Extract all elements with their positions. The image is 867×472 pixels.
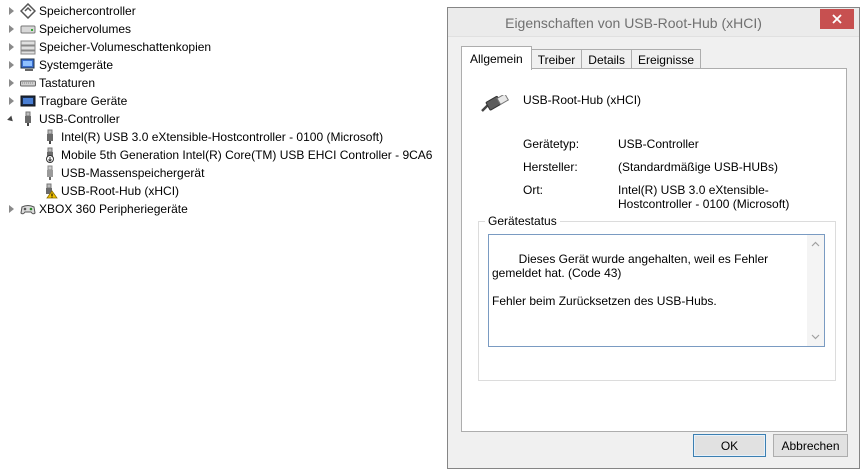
location-label: Ort:: [523, 183, 543, 197]
device-status-text: Dieses Gerät wurde angehalten, weil es F…: [492, 252, 769, 308]
tree-item-label: Speichercontroller: [39, 4, 136, 18]
manufacturer-value: (Standardmäßige USB-HUBs): [618, 160, 779, 174]
system-devices-icon: [20, 57, 36, 73]
title-bar[interactable]: Eigenschaften von USB-Root-Hub (xHCI): [448, 8, 859, 37]
tree-item-schattenkopien[interactable]: Speicher-Volumeschattenkopien: [0, 38, 440, 56]
expand-arrow-icon[interactable]: [6, 6, 16, 16]
device-status-title: Gerätestatus: [485, 214, 560, 228]
general-tab-panel: USB-Root-Hub (xHCI) Gerätetyp: USB-Contr…: [461, 68, 847, 432]
usb-download-icon: [42, 147, 58, 163]
tree-item-speichercontroller[interactable]: Speichercontroller: [0, 2, 440, 20]
tab-allgemein[interactable]: Allgemein: [461, 46, 532, 70]
expand-arrow-icon[interactable]: [6, 96, 16, 106]
usb-plug-icon: [479, 93, 511, 118]
tree-item-tragbare-geraete[interactable]: Tragbare Geräte: [0, 92, 440, 110]
device-type-label: Gerätetyp:: [523, 137, 580, 151]
tab-details[interactable]: Details: [581, 49, 632, 69]
device-status-textbox[interactable]: Dieses Gerät wurde angehalten, weil es F…: [488, 234, 825, 347]
manufacturer-label: Hersteller:: [523, 160, 578, 174]
device-tree: Speichercontroller Speichervolumes Speic…: [0, 2, 440, 218]
tab-strip: Allgemein Treiber Details Ereignisse: [461, 46, 701, 70]
tree-item-label: Tastaturen: [39, 76, 96, 90]
tree-item-massenspeicher[interactable]: USB-Massenspeichergerät: [0, 164, 440, 182]
tab-ereignisse[interactable]: Ereignisse: [630, 49, 701, 69]
tree-item-label: USB-Root-Hub (xHCI): [61, 184, 180, 198]
expand-arrow-icon[interactable]: [6, 60, 16, 70]
dialog-title: Eigenschaften von USB-Root-Hub (xHCI): [505, 15, 762, 31]
tree-item-usb-controller[interactable]: USB-Controller: [0, 110, 440, 128]
ok-button[interactable]: OK: [693, 434, 766, 457]
expand-arrow-icon[interactable]: [6, 204, 16, 214]
storage-volume-icon: [20, 21, 36, 37]
tab-treiber[interactable]: Treiber: [530, 49, 583, 69]
tree-item-usb-root-hub[interactable]: USB-Root-Hub (xHCI): [0, 182, 440, 200]
tree-item-xbox360[interactable]: XBOX 360 Peripheriegeräte: [0, 200, 440, 218]
tree-item-label: USB-Controller: [39, 112, 120, 126]
usb-icon: [42, 165, 58, 181]
tree-item-label: Tragbare Geräte: [39, 94, 128, 108]
tree-item-label: Intel(R) USB 3.0 eXtensible-Hostcontroll…: [61, 130, 384, 144]
tree-item-systemgeraete[interactable]: Systemgeräte: [0, 56, 440, 74]
shadow-copy-icon: [20, 39, 36, 55]
usb-warning-icon: [42, 183, 58, 199]
collapse-arrow-icon[interactable]: [6, 114, 16, 124]
expand-arrow-icon[interactable]: [6, 78, 16, 88]
tree-item-ehci-controller[interactable]: Mobile 5th Generation Intel(R) Core(TM) …: [0, 146, 440, 164]
close-button[interactable]: [820, 9, 854, 29]
tree-item-label: Systemgeräte: [39, 58, 114, 72]
usb-icon: [42, 129, 58, 145]
tree-item-speichervolumes[interactable]: Speichervolumes: [0, 20, 440, 38]
device-name: USB-Root-Hub (xHCI): [523, 93, 642, 107]
keyboard-icon: [20, 75, 36, 91]
expand-arrow-icon[interactable]: [6, 42, 16, 52]
tree-item-intel-usb3-hostcontroller[interactable]: Intel(R) USB 3.0 eXtensible-Hostcontroll…: [0, 128, 440, 146]
status-scrollbar[interactable]: [807, 235, 824, 346]
cancel-button[interactable]: Abbrechen: [773, 434, 848, 457]
portable-device-icon: [20, 93, 36, 109]
gamepad-icon: [20, 201, 36, 217]
expand-arrow-icon[interactable]: [6, 24, 16, 34]
device-type-value: USB-Controller: [618, 137, 699, 151]
scroll-down-icon[interactable]: [811, 332, 820, 341]
tree-item-label: Speicher-Volumeschattenkopien: [39, 40, 212, 54]
usb-icon: [20, 111, 36, 127]
tree-item-label: Mobile 5th Generation Intel(R) Core(TM) …: [61, 148, 433, 162]
storage-controller-icon: [20, 3, 36, 19]
properties-dialog: Eigenschaften von USB-Root-Hub (xHCI) Al…: [447, 7, 860, 469]
tree-item-label: XBOX 360 Peripheriegeräte: [39, 202, 188, 216]
tree-item-tastaturen[interactable]: Tastaturen: [0, 74, 440, 92]
location-value: Intel(R) USB 3.0 eXtensible-Hostcontroll…: [618, 183, 790, 211]
close-icon: [832, 14, 842, 24]
device-status-group: Gerätestatus Dieses Gerät wurde angehalt…: [478, 214, 836, 381]
scroll-up-icon[interactable]: [811, 240, 820, 249]
tree-item-label: Speichervolumes: [39, 22, 132, 36]
tree-item-label: USB-Massenspeichergerät: [61, 166, 205, 180]
